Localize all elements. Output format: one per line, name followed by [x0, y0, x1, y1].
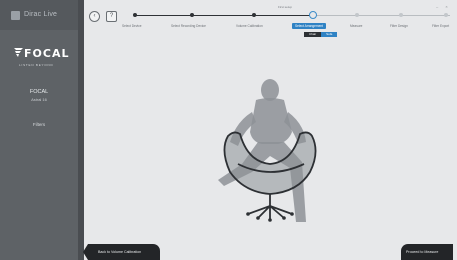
step-label-measure[interactable]: Measure [350, 24, 362, 28]
progress-track-done [135, 15, 313, 16]
sidebar: Dirac Live FOCAL LISTEN BEYOND FOCAL Ast… [0, 0, 78, 260]
app-logo-icon [11, 11, 20, 20]
device-name: FOCAL [29, 89, 49, 95]
step-label-select-arrangement[interactable]: Select Arrangement [292, 23, 326, 29]
proceed-to-measure-button[interactable]: Proceed to Measure [401, 244, 453, 260]
chair-caster [290, 212, 294, 216]
step-label-volume-calibration[interactable]: Volume Calibration [236, 24, 263, 28]
window-title: First setup [277, 5, 292, 9]
step-dot-filter-design[interactable] [399, 13, 403, 17]
back-to-volume-calibration-button[interactable]: Back to Volume Calibration [83, 244, 160, 260]
arrangement-toggle: Chair Sofa [304, 32, 338, 37]
progress-track-todo [313, 15, 450, 16]
person-head [261, 79, 279, 101]
window-controls[interactable]: – × [436, 4, 451, 9]
brand-name: FOCAL [24, 47, 70, 60]
next-button-label: Proceed to Measure [406, 250, 439, 254]
chair-caster [256, 216, 260, 220]
step-label-select-device[interactable]: Select Device [122, 24, 142, 28]
app-window: Dirac Live FOCAL LISTEN BEYOND FOCAL Ast… [0, 0, 457, 260]
sidebar-divider [78, 0, 84, 260]
arrangement-option-sofa[interactable]: Sofa [321, 32, 338, 37]
step-dot-select-recording-device[interactable] [190, 13, 194, 17]
brand-mark-icon [14, 48, 23, 57]
listening-position-illustration [218, 79, 317, 222]
step-dot-select-arrangement[interactable] [309, 11, 317, 19]
step-dot-volume-calibration[interactable] [252, 13, 256, 17]
chair-caster [268, 218, 272, 222]
step-dot-measure[interactable] [355, 13, 359, 17]
brand-logo: FOCAL [14, 47, 74, 61]
app-name: Dirac Live [24, 11, 58, 18]
sidebar-item-filters[interactable]: Filters [0, 122, 78, 127]
step-label-filter-design[interactable]: Filter Design [390, 24, 408, 28]
step-label-select-recording-device[interactable]: Select Recording Device [171, 24, 206, 28]
step-dot-select-device[interactable] [133, 13, 137, 17]
help-button[interactable]: ? [106, 11, 117, 22]
device-model: Astral 16 [31, 97, 47, 102]
chair-caster [282, 216, 286, 220]
back-button-label: Back to Volume Calibration [98, 250, 142, 254]
title-bar: Dirac Live [0, 0, 78, 30]
arrangement-option-chair[interactable]: Chair [304, 32, 322, 37]
back-nav-button[interactable]: ‹ [89, 11, 100, 22]
step-label-filter-export[interactable]: Filter Export [432, 24, 449, 28]
brand-tagline: LISTEN BEYOND [19, 63, 54, 67]
step-dot-filter-export[interactable] [444, 13, 448, 17]
chair-caster [246, 212, 250, 216]
